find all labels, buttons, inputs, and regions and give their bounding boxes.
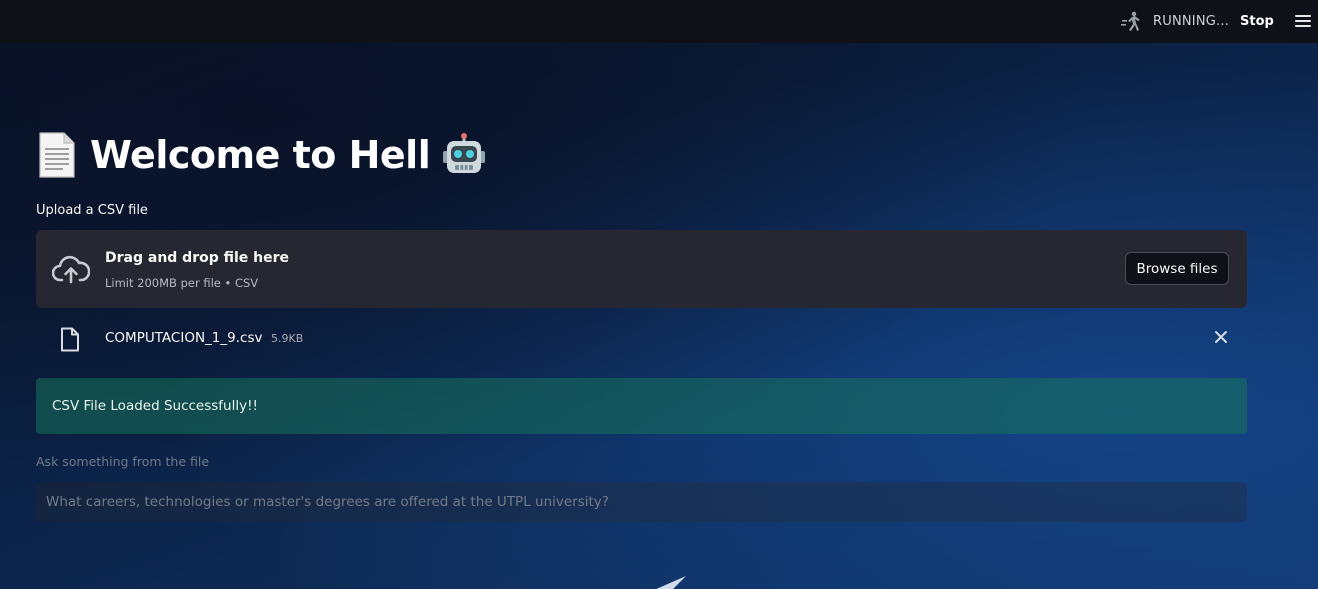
uploaded-file-size: 5.9KB <box>271 332 304 345</box>
file-dropzone[interactable]: Drag and drop file here Limit 200MB per … <box>36 230 1247 308</box>
file-icon <box>61 327 79 352</box>
stop-button[interactable]: Stop <box>1232 11 1282 32</box>
success-message: CSV File Loaded Successfully!! <box>52 398 258 414</box>
uploaded-file-row: COMPUTACION_1_9.csv 5.9KB <box>36 318 1247 358</box>
page-title: Welcome to Hell <box>36 128 486 182</box>
running-status: RUNNING... <box>1153 14 1230 29</box>
hamburger-menu-icon[interactable] <box>1295 15 1311 28</box>
robot-face-icon <box>443 133 486 173</box>
running-man-icon <box>1121 11 1140 31</box>
cloud-upload-icon <box>52 255 90 284</box>
uploaded-file-name: COMPUTACION_1_9.csv <box>105 330 263 346</box>
question-label: Ask something from the file <box>36 454 210 469</box>
success-alert: CSV File Loaded Successfully!! <box>36 378 1247 434</box>
question-input[interactable] <box>36 482 1247 522</box>
dropzone-title: Drag and drop file here <box>105 250 290 266</box>
upload-label: Upload a CSV file <box>36 203 148 218</box>
dropzone-limit-text: Limit 200MB per file • CSV <box>105 276 259 290</box>
browse-files-button[interactable]: Browse files <box>1125 252 1229 285</box>
app-root: RUNNING... Stop Welcome to Hell Upload a… <box>0 0 1318 589</box>
decorative-streak <box>656 576 686 589</box>
page-facing-up-icon <box>39 132 75 178</box>
top-toolbar: RUNNING... Stop <box>0 0 1318 43</box>
page-title-text: Welcome to Hell <box>90 133 431 177</box>
close-icon[interactable] <box>1213 329 1229 345</box>
